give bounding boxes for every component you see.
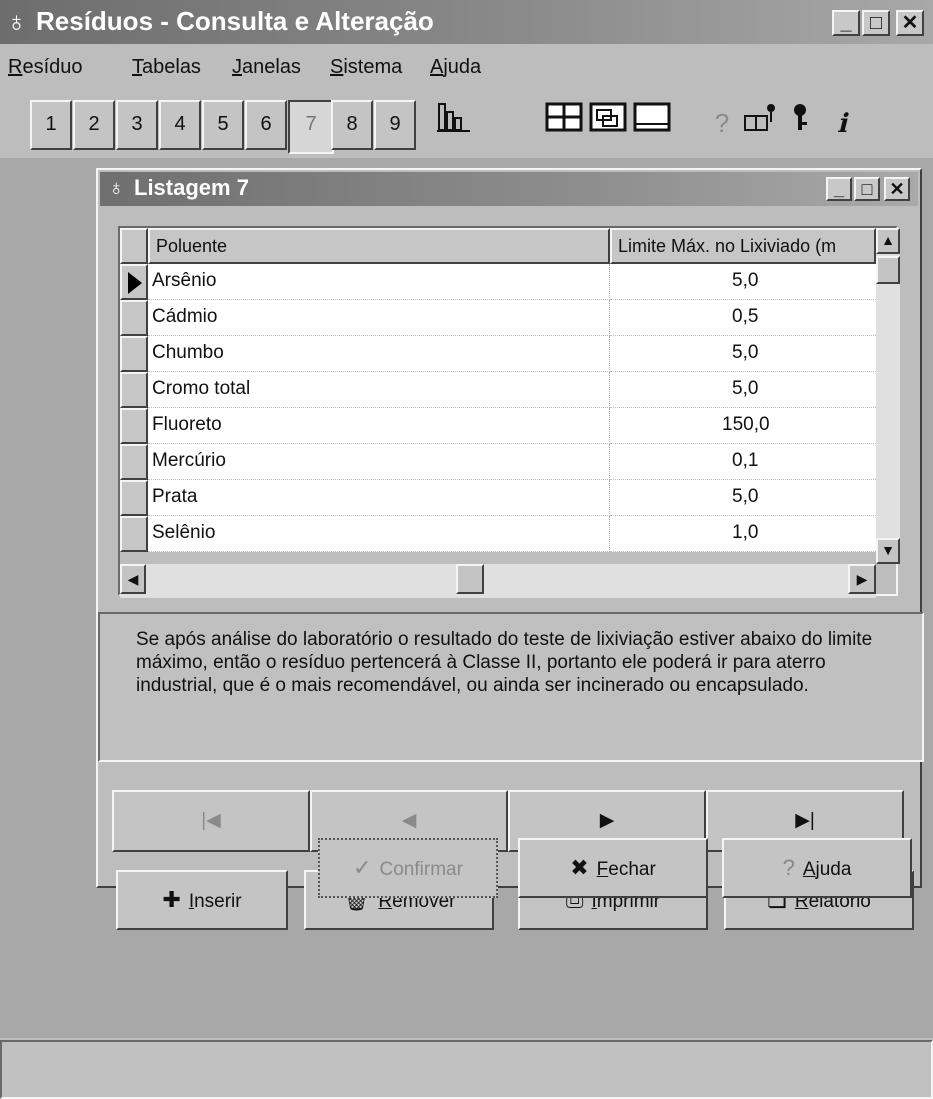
cell-limite[interactable]: 5,0 bbox=[610, 372, 876, 408]
table-row[interactable]: Mercúrio 0,1 bbox=[120, 444, 876, 480]
menu-sistema[interactable]: Sistema bbox=[330, 56, 402, 79]
info-icon[interactable]: ℹ bbox=[820, 100, 864, 150]
inserir-button[interactable]: ✚ Inserir bbox=[116, 870, 288, 930]
cell-poluente[interactable]: Chumbo bbox=[148, 336, 610, 372]
table-row[interactable]: Cádmio 0,5 bbox=[120, 300, 876, 336]
first-record-button[interactable]: |◀ bbox=[112, 790, 310, 852]
book-key-icon[interactable] bbox=[738, 100, 782, 150]
fechar-button[interactable]: ✖ Fechar bbox=[518, 838, 708, 898]
column-poluente[interactable]: Poluente bbox=[148, 228, 610, 264]
table-row[interactable]: Prata 5,0 bbox=[120, 480, 876, 516]
row-indicator[interactable] bbox=[120, 444, 148, 480]
previous-icon: ◀ bbox=[401, 810, 417, 831]
last-icon: ▶| bbox=[795, 810, 815, 831]
info-text: Se após análise do laboratório o resulta… bbox=[136, 629, 873, 696]
row-indicator[interactable] bbox=[120, 300, 148, 336]
current-row-arrow-icon bbox=[128, 272, 142, 294]
toolbar-button-5[interactable]: 5 bbox=[202, 100, 244, 150]
row-indicator[interactable] bbox=[120, 516, 148, 552]
cell-poluente[interactable]: Cádmio bbox=[148, 300, 610, 336]
table-row[interactable]: Cromo total 5,0 bbox=[120, 372, 876, 408]
vertical-scroll-thumb[interactable] bbox=[876, 256, 900, 284]
chart-icon[interactable] bbox=[432, 100, 476, 150]
next-icon: ▶ bbox=[599, 810, 615, 831]
table-row[interactable]: Fluoreto 150,0 bbox=[120, 408, 876, 444]
minimize-button[interactable]: _ bbox=[832, 10, 860, 36]
row-indicator[interactable] bbox=[120, 480, 148, 516]
child-maximize-button[interactable]: □ bbox=[854, 177, 880, 201]
grid-icon[interactable] bbox=[542, 100, 586, 150]
cell-limite[interactable]: 150,0 bbox=[610, 408, 876, 444]
horizontal-scrollbar[interactable]: ◀ ▶ bbox=[120, 564, 876, 598]
toolbar-button-7[interactable]: 7 bbox=[288, 100, 334, 154]
cell-limite[interactable]: 5,0 bbox=[610, 264, 876, 300]
toolbar-button-3[interactable]: 3 bbox=[116, 100, 158, 150]
table-row[interactable]: Selênio 1,0 bbox=[120, 516, 876, 552]
scroll-right-icon[interactable]: ▶ bbox=[848, 564, 876, 594]
cascade-icon[interactable] bbox=[586, 100, 630, 150]
cell-poluente[interactable]: Fluoreto bbox=[148, 408, 610, 444]
row-indicator[interactable] bbox=[120, 408, 148, 444]
question-icon: ? bbox=[782, 855, 795, 880]
cell-poluente[interactable]: Selênio bbox=[148, 516, 610, 552]
vertical-scrollbar[interactable]: ▲ ▼ bbox=[876, 228, 900, 564]
table-row[interactable]: Chumbo 5,0 bbox=[120, 336, 876, 372]
listagem-title: Listagem 7 bbox=[134, 175, 249, 200]
cell-limite[interactable]: 0,1 bbox=[610, 444, 876, 480]
confirmar-button[interactable]: ✓ Confirmar bbox=[318, 838, 498, 898]
menu-residuo[interactable]: Resíduo bbox=[8, 56, 83, 79]
plus-icon: ✚ bbox=[162, 887, 181, 912]
pollutant-grid[interactable]: Poluente Limite Máx. no Lixiviado (m Ars… bbox=[118, 226, 900, 598]
row-indicator[interactable] bbox=[120, 264, 148, 300]
toolbar-button-8[interactable]: 8 bbox=[331, 100, 373, 150]
close-x-icon: ✖ bbox=[570, 855, 589, 880]
row-indicator[interactable] bbox=[120, 372, 148, 408]
grid-header: Poluente Limite Máx. no Lixiviado (m bbox=[120, 228, 876, 264]
cell-poluente[interactable]: Mercúrio bbox=[148, 444, 610, 480]
cell-poluente[interactable]: Arsênio bbox=[148, 264, 610, 300]
scroll-up-icon[interactable]: ▲ bbox=[876, 228, 900, 254]
child-minimize-button[interactable]: _ bbox=[826, 177, 852, 201]
maximize-button[interactable]: □ bbox=[862, 10, 890, 36]
horizontal-scroll-thumb[interactable] bbox=[456, 564, 484, 594]
scroll-left-icon[interactable]: ◀ bbox=[120, 564, 146, 594]
window-title: Resíduos - Consulta e Alteração bbox=[36, 6, 434, 36]
cell-limite[interactable]: 0,5 bbox=[610, 300, 876, 336]
scroll-down-icon[interactable]: ▼ bbox=[876, 538, 900, 564]
column-limite[interactable]: Limite Máx. no Lixiviado (m bbox=[610, 228, 876, 264]
row-indicator[interactable] bbox=[120, 336, 148, 372]
flask-icon: ♁ bbox=[6, 6, 27, 37]
child-close-button[interactable]: ✕ bbox=[884, 177, 910, 201]
toolbar: 1 2 3 4 5 6 7 8 9 ? ℹ bbox=[0, 95, 933, 155]
listagem-title-bar[interactable]: ♁ Listagem 7 _ □ ✕ bbox=[100, 172, 918, 206]
ajuda-button[interactable]: ? Ajuda bbox=[722, 838, 912, 898]
main-title-bar[interactable]: ♁ Resíduos - Consulta e Alteração _ □ ✕ bbox=[0, 0, 933, 44]
table-row[interactable]: Arsênio 5,0 bbox=[120, 264, 876, 300]
key-icon[interactable] bbox=[778, 100, 822, 150]
listagem-window: ♁ Listagem 7 _ □ ✕ Poluente Limite Máx. … bbox=[96, 168, 924, 930]
menu-bar: Resíduo Tabelas Janelas Sistema Ajuda bbox=[0, 50, 933, 86]
info-panel: Se após análise do laboratório o resulta… bbox=[98, 612, 924, 762]
cell-limite[interactable]: 1,0 bbox=[610, 516, 876, 552]
first-icon: |◀ bbox=[201, 810, 221, 831]
toolbar-button-6[interactable]: 6 bbox=[245, 100, 287, 150]
menu-tabelas[interactable]: Tabelas bbox=[132, 56, 201, 79]
header-indicator bbox=[120, 228, 148, 264]
close-button[interactable]: ✕ bbox=[896, 10, 924, 36]
window-icon[interactable] bbox=[630, 100, 674, 150]
toolbar-button-1[interactable]: 1 bbox=[30, 100, 72, 150]
check-icon: ✓ bbox=[353, 855, 372, 880]
toolbar-button-2[interactable]: 2 bbox=[73, 100, 115, 150]
cell-limite[interactable]: 5,0 bbox=[610, 480, 876, 516]
toolbar-button-9[interactable]: 9 bbox=[374, 100, 416, 150]
flask-icon: ♁ bbox=[108, 175, 125, 200]
cell-poluente[interactable]: Cromo total bbox=[148, 372, 610, 408]
status-bar bbox=[0, 1040, 933, 1099]
menu-janelas[interactable]: Janelas bbox=[232, 56, 301, 79]
cell-limite[interactable]: 5,0 bbox=[610, 336, 876, 372]
cell-poluente[interactable]: Prata bbox=[148, 480, 610, 516]
menu-ajuda[interactable]: Ajuda bbox=[430, 56, 481, 79]
toolbar-button-4[interactable]: 4 bbox=[159, 100, 201, 150]
